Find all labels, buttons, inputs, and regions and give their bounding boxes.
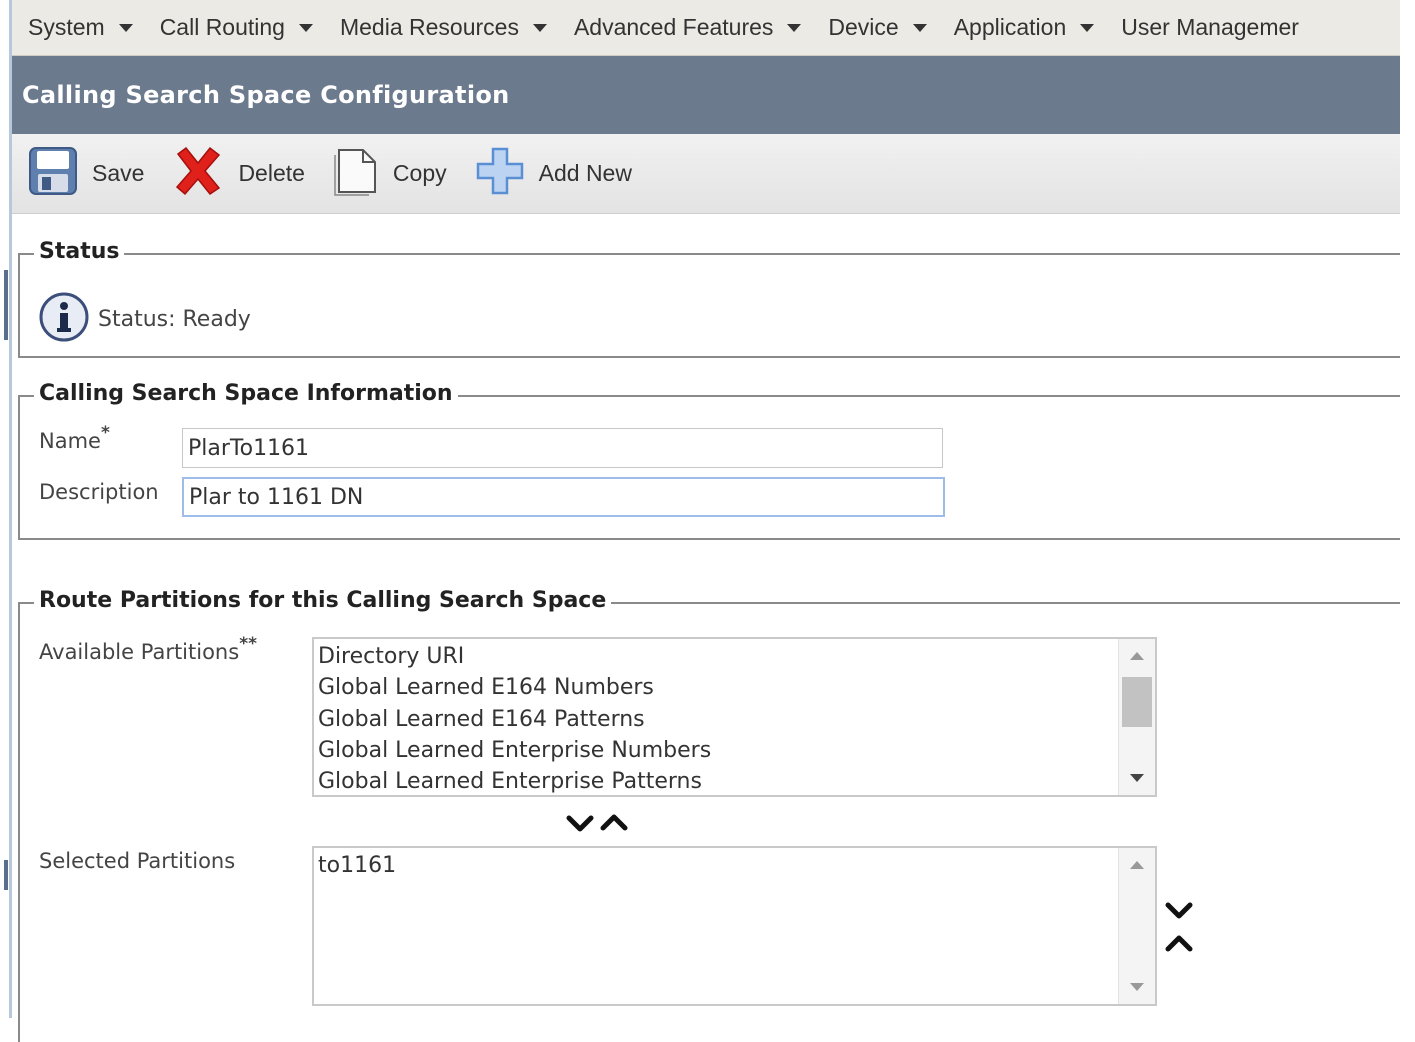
- page-title: Calling Search Space Configuration: [22, 81, 510, 109]
- list-item[interactable]: Global Learned E164 Numbers: [318, 672, 1117, 703]
- scroll-up-arrow-icon[interactable]: [1130, 861, 1144, 869]
- menu-label: Device: [828, 14, 899, 40]
- info-icon: [38, 291, 90, 347]
- menu-label: System: [28, 14, 105, 40]
- description-input[interactable]: [182, 477, 945, 517]
- page-title-bar: Calling Search Space Configuration: [12, 56, 1400, 134]
- chevron-down-icon: [298, 23, 313, 32]
- available-partitions-list[interactable]: Directory URI Global Learned E164 Number…: [312, 637, 1157, 797]
- delete-x-icon: [172, 145, 224, 203]
- reorder-up-button[interactable]: [1165, 933, 1193, 957]
- copy-button[interactable]: Copy: [333, 146, 447, 202]
- delete-label: Delete: [238, 160, 305, 186]
- add-new-label: Add New: [538, 160, 632, 186]
- scroll-up-arrow-icon[interactable]: [1130, 652, 1144, 660]
- chevron-down-icon: [1165, 902, 1193, 925]
- chevron-down-icon: [532, 23, 547, 32]
- list-item[interactable]: Global Learned Enterprise Numbers: [318, 735, 1117, 766]
- available-partitions-label: Available Partitions**: [39, 634, 257, 664]
- available-list-scrollbar[interactable]: [1118, 639, 1155, 795]
- name-input[interactable]: [182, 428, 943, 468]
- menu-label: User Managemer: [1121, 14, 1299, 40]
- info-section: Calling Search Space Information Name* D…: [18, 381, 1400, 540]
- scrollbar-thumb[interactable]: [1122, 677, 1152, 727]
- required-marker: *: [100, 423, 110, 443]
- window-left-edge: [0, 0, 12, 1018]
- status-text: Status: Ready: [98, 306, 251, 332]
- save-label: Save: [92, 160, 145, 186]
- required-marker: **: [239, 634, 257, 654]
- available-label-text: Available Partitions: [39, 640, 240, 664]
- partitions-section: Route Partitions for this Calling Search…: [18, 588, 1400, 1042]
- selected-partitions-list[interactable]: to1161: [312, 846, 1157, 1006]
- menu-advanced-features[interactable]: Advanced Features: [573, 14, 802, 41]
- move-down-button[interactable]: [566, 814, 594, 838]
- menu-label: Advanced Features: [573, 14, 774, 40]
- name-label: Name*: [39, 423, 110, 453]
- copy-label: Copy: [392, 160, 447, 186]
- add-new-button[interactable]: Add New: [475, 146, 632, 202]
- info-legend: Calling Search Space Information: [34, 381, 458, 406]
- move-up-button[interactable]: [600, 812, 628, 836]
- list-item[interactable]: Global Learned Enterprise Patterns: [318, 766, 1117, 795]
- delete-button[interactable]: Delete: [172, 145, 305, 203]
- main-menu-bar: System Call Routing Media Resources Adva…: [12, 0, 1400, 56]
- list-item[interactable]: Global Learned E164 Patterns: [318, 704, 1117, 735]
- chevron-down-icon: [118, 23, 133, 32]
- description-label: Description: [39, 480, 159, 504]
- partitions-legend: Route Partitions for this Calling Search…: [34, 588, 612, 613]
- scroll-down-arrow-icon[interactable]: [1130, 983, 1144, 991]
- available-partitions-options: Directory URI Global Learned E164 Number…: [318, 641, 1117, 795]
- plus-icon: [475, 146, 525, 202]
- chevron-down-icon: [787, 23, 802, 32]
- menu-system[interactable]: System: [28, 14, 133, 41]
- menu-label: Call Routing: [159, 14, 285, 40]
- chevron-up-icon: [1165, 935, 1193, 957]
- status-row: Status: Ready: [38, 291, 251, 347]
- reorder-down-button[interactable]: [1165, 901, 1193, 925]
- status-section: Status Status: Ready: [18, 239, 1400, 358]
- chevron-down-icon: [912, 23, 927, 32]
- selected-partitions-options: to1161: [318, 850, 1117, 881]
- chevron-down-icon: [566, 815, 594, 838]
- chevron-up-icon: [600, 814, 628, 836]
- copy-document-icon: [333, 146, 379, 202]
- list-item[interactable]: to1161: [318, 850, 1117, 881]
- toolbar: Save Delete Copy Add New: [12, 134, 1400, 214]
- edge-marker: [4, 270, 8, 340]
- save-icon: [28, 146, 78, 202]
- list-item[interactable]: Directory URI: [318, 641, 1117, 672]
- menu-call-routing[interactable]: Call Routing: [160, 14, 313, 41]
- save-button[interactable]: Save: [28, 146, 144, 202]
- status-legend: Status: [34, 239, 125, 264]
- menu-label: Media Resources: [339, 14, 519, 40]
- chevron-down-icon: [1080, 23, 1095, 32]
- name-label-text: Name: [39, 429, 101, 453]
- menu-application[interactable]: Application: [954, 14, 1095, 41]
- edge-marker: [4, 860, 8, 890]
- menu-media-resources[interactable]: Media Resources: [340, 14, 547, 41]
- menu-label: Application: [953, 14, 1067, 40]
- scroll-down-arrow-icon[interactable]: [1130, 774, 1144, 782]
- menu-device[interactable]: Device: [828, 14, 927, 41]
- selected-list-scrollbar[interactable]: [1118, 848, 1155, 1004]
- menu-user-management[interactable]: User Managemer: [1121, 14, 1299, 41]
- selected-partitions-label: Selected Partitions: [39, 849, 236, 873]
